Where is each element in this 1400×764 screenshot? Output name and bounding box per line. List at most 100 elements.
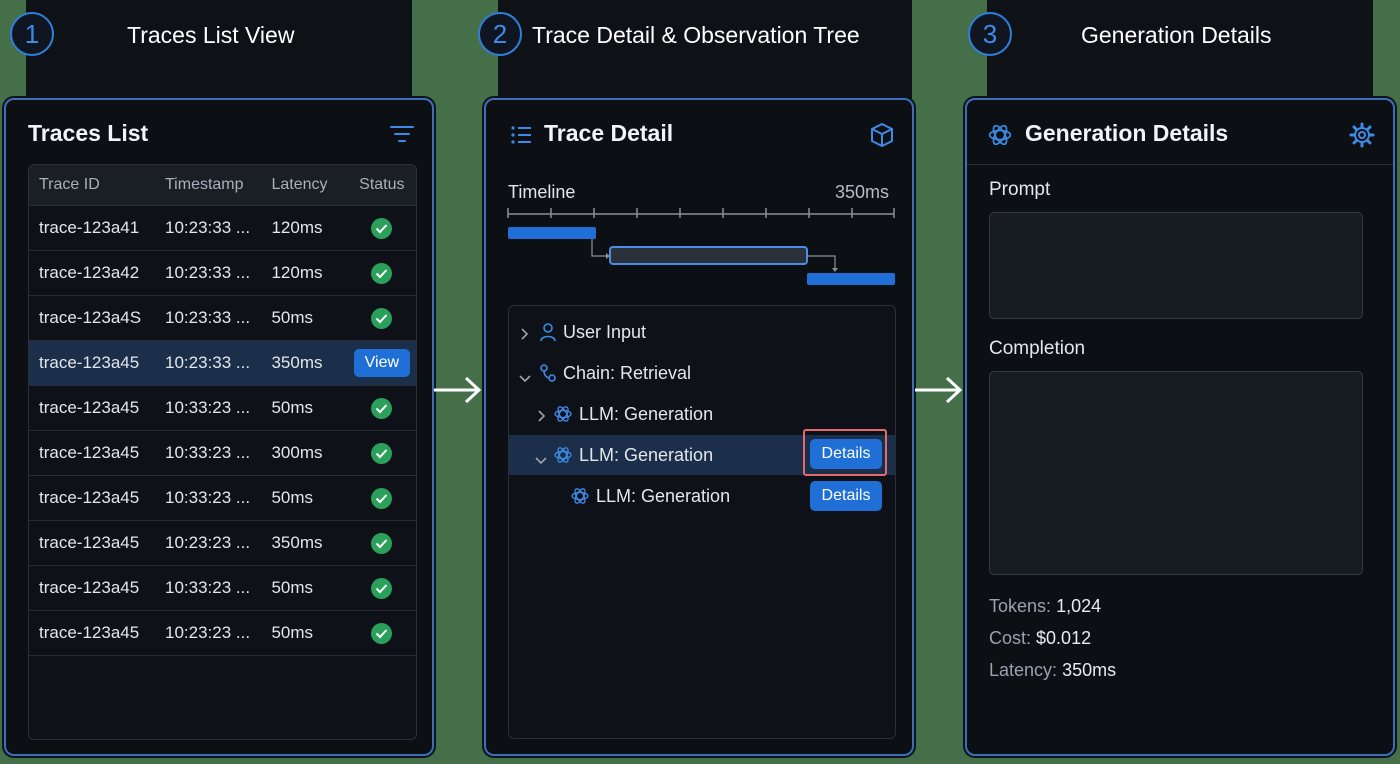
openai-icon — [553, 404, 573, 429]
step-2-header — [498, 0, 912, 100]
latency-cell: 50ms — [271, 308, 314, 327]
tokens-stat: Tokens: 1,024 — [989, 596, 1101, 617]
step-2-badge: 2 — [478, 12, 522, 56]
timestamp-cell: 10:23:33 ... — [165, 353, 251, 372]
column-header[interactable]: Status — [348, 176, 416, 194]
details-button[interactable]: Details — [810, 481, 882, 511]
status-cell — [348, 397, 416, 419]
cost-label: Cost: — [989, 628, 1032, 648]
latency-cell: 120ms — [271, 218, 323, 237]
arrow-right-icon — [913, 372, 963, 413]
status-cell — [348, 307, 416, 329]
list-icon — [510, 124, 532, 151]
trace-id-cell: trace-123a41 — [39, 218, 140, 237]
trace-id-cell: trace-123a45 — [39, 533, 140, 552]
table-row[interactable]: trace-123a42 10:23:33 ... 120ms — [29, 251, 416, 296]
tree-item-llm-generation[interactable]: LLM: Generation — [509, 394, 895, 434]
chevron-down-icon[interactable] — [518, 367, 532, 388]
latency-value: 350ms — [1062, 660, 1117, 680]
timestamp-cell: 10:23:33 ... — [165, 263, 251, 282]
check-circle-icon — [371, 487, 393, 509]
status-cell — [348, 262, 416, 284]
timestamp-cell: 10:23:23 ... — [165, 533, 251, 552]
details-button[interactable]: Details — [810, 439, 882, 469]
timestamp-cell: 10:23:33 ... — [165, 218, 251, 237]
trace-detail-panel: Trace Detail Timeline 350ms User Input C… — [484, 98, 914, 756]
panel-title: Traces List — [28, 120, 149, 146]
tokens-value: 1,024 — [1056, 596, 1102, 616]
chevron-down-icon[interactable] — [534, 449, 548, 470]
trace-id-cell: trace-123a4S — [39, 308, 142, 327]
tree-item-llm-generation-child[interactable]: LLM: Generation Details — [509, 476, 895, 516]
tree-item-label: LLM: Generation — [596, 485, 731, 506]
openai-icon — [570, 486, 590, 511]
check-circle-icon — [371, 307, 393, 329]
step-2-title: Trace Detail & Observation Tree — [532, 22, 860, 48]
table-row[interactable]: trace-123a45 10:33:23 ... 50ms — [29, 566, 416, 611]
timestamp-cell: 10:33:23 ... — [165, 443, 251, 462]
panel-title: Trace Detail — [544, 120, 674, 146]
latency-cell: 50ms — [271, 623, 314, 642]
tree-item-llm-generation-selected[interactable]: LLM: Generation Details — [509, 429, 895, 476]
status-cell: View — [348, 349, 416, 377]
view-button[interactable]: View — [353, 349, 411, 377]
trace-id-cell: trace-123a45 — [39, 443, 140, 462]
trace-id-cell: trace-123a45 — [39, 353, 140, 372]
latency-cell: 120ms — [271, 263, 323, 282]
step-3-title: Generation Details — [1081, 22, 1272, 48]
trace-id-cell: trace-123a45 — [39, 398, 140, 417]
table-row[interactable]: trace-123a45 10:23:23 ... 350ms — [29, 521, 416, 566]
tree-item-label: Chain: Retrieval — [563, 362, 692, 383]
traces-table: Trace ID Timestamp Latency Status trace-… — [28, 164, 417, 740]
check-circle-icon — [371, 622, 393, 644]
check-circle-icon — [371, 532, 393, 554]
status-cell — [348, 577, 416, 599]
table-row[interactable]: trace-123a4S 10:23:33 ... 50ms — [29, 296, 416, 341]
timeline-chart — [507, 208, 895, 285]
chevron-right-icon[interactable] — [536, 407, 546, 428]
latency-cell: 300ms — [271, 443, 323, 462]
cube-icon[interactable] — [870, 122, 894, 153]
observation-tree: User Input Chain: Retrieval LLM: Generat… — [508, 305, 896, 739]
tree-item-label: LLM: Generation — [579, 403, 714, 424]
step-1-badge: 1 — [10, 12, 54, 56]
panel-title: Generation Details — [1025, 120, 1229, 146]
table-row[interactable]: trace-123a45 10:33:23 ... 50ms — [29, 476, 416, 521]
status-cell — [348, 217, 416, 239]
filter-icon[interactable] — [390, 124, 414, 149]
table-row[interactable]: trace-123a45 10:23:23 ... 50ms — [29, 611, 416, 656]
step-1-header — [26, 0, 412, 100]
check-circle-icon — [371, 442, 393, 464]
latency-cell: 350ms — [271, 353, 323, 372]
timestamp-cell: 10:23:33 ... — [165, 308, 251, 327]
table-row[interactable]: trace-123a45 10:33:23 ... 300ms — [29, 431, 416, 476]
trace-id-cell: trace-123a42 — [39, 263, 140, 282]
step-1-title: Traces List View — [127, 22, 295, 48]
traces-list-panel: Traces List Trace ID Timestamp Latency S… — [4, 98, 434, 756]
column-header[interactable]: Trace ID — [29, 176, 165, 194]
table-row[interactable]: trace-123a45 10:23:33 ... 350ms View — [29, 341, 416, 386]
completion-textbox[interactable] — [989, 371, 1363, 575]
tree-item-chain-retrieval[interactable]: Chain: Retrieval — [509, 353, 895, 393]
timeline-bar-input — [508, 227, 596, 239]
column-header[interactable]: Latency — [271, 176, 347, 194]
step-3-badge: 3 — [968, 12, 1012, 56]
check-circle-icon — [371, 577, 393, 599]
chain-icon — [539, 363, 557, 388]
timestamp-cell: 10:33:23 ... — [165, 578, 251, 597]
user-icon — [539, 322, 557, 347]
table-row[interactable]: trace-123a41 10:23:33 ... 120ms — [29, 206, 416, 251]
column-header[interactable]: Timestamp — [165, 176, 271, 194]
status-cell — [348, 622, 416, 644]
openai-icon — [553, 445, 573, 470]
prompt-textbox[interactable] — [989, 212, 1363, 319]
table-row[interactable]: trace-123a45 10:33:23 ... 50ms — [29, 386, 416, 431]
tree-item-label: User Input — [563, 321, 647, 342]
timeline-total: 350ms — [835, 182, 890, 202]
gear-icon[interactable] — [1349, 122, 1375, 153]
tokens-label: Tokens: — [989, 596, 1052, 616]
chevron-right-icon[interactable] — [519, 325, 529, 346]
check-circle-icon — [371, 397, 393, 419]
tree-item-user-input[interactable]: User Input — [509, 312, 895, 352]
timestamp-cell: 10:33:23 ... — [165, 488, 251, 507]
